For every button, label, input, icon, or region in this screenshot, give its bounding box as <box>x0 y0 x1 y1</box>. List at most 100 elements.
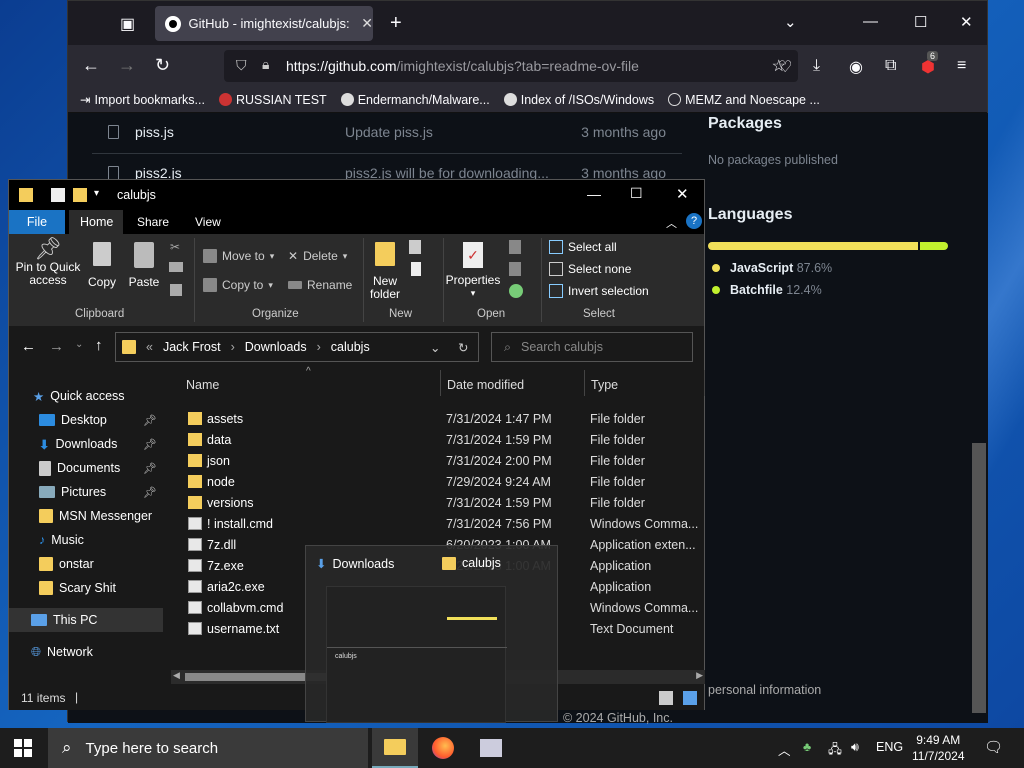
copy-path-icon[interactable] <box>169 262 183 272</box>
properties-qat-icon[interactable] <box>51 188 65 202</box>
new-item-icon[interactable] <box>409 240 421 254</box>
history-icon[interactable] <box>509 284 523 298</box>
open-icon[interactable] <box>509 240 521 254</box>
column-divider[interactable] <box>584 370 585 396</box>
share-tab[interactable]: Share <box>137 215 169 229</box>
large-icons-view-icon[interactable] <box>683 691 697 705</box>
bookmark-item[interactable]: Endermanch/Malware... <box>340 93 490 107</box>
commit-message[interactable]: Update piss.js <box>345 124 433 140</box>
forward-icon[interactable]: → <box>118 55 136 76</box>
select-none-button[interactable]: Select none <box>549 262 631 276</box>
refresh-icon[interactable]: ↻ <box>458 340 468 355</box>
edit-icon[interactable] <box>509 262 521 276</box>
column-divider[interactable] <box>440 370 441 396</box>
home-tab[interactable]: Home <box>69 210 123 234</box>
nav-desktop[interactable]: Desktop 📌︎ <box>9 408 163 432</box>
nav-pictures[interactable]: Pictures 📌︎ <box>9 480 163 504</box>
bookmark-item[interactable]: MEMZ and Noescape ... <box>668 93 820 107</box>
column-header-type[interactable]: Type <box>591 378 618 392</box>
view-tab[interactable]: View <box>195 215 221 229</box>
menu-icon[interactable]: ≡ <box>957 57 966 75</box>
downloads-icon[interactable]: ⤓ <box>813 57 820 75</box>
minimize-icon[interactable]: — <box>863 13 878 30</box>
copy-to-button[interactable]: Copy to ▾ <box>203 278 273 292</box>
address-dropdown-icon[interactable]: ⌄ <box>430 340 440 355</box>
nav-this-pc[interactable]: This PC <box>9 608 163 632</box>
address-bar[interactable]: « Jack Frost › Downloads › calubjs ⌄ ↻ <box>115 332 479 362</box>
volume-icon[interactable]: 🔊︎ <box>851 740 859 755</box>
rename-button[interactable]: Rename <box>288 278 352 292</box>
reload-icon[interactable]: ↻ <box>155 55 170 76</box>
maximize-icon[interactable]: ☐ <box>630 185 643 202</box>
taskbar-search[interactable]: ⌕ Type here to search <box>48 728 368 768</box>
column-divider[interactable] <box>704 370 705 396</box>
search-box[interactable]: ⌕ Search calubjs <box>491 332 693 362</box>
close-window-icon[interactable]: ✕ <box>960 13 973 31</box>
file-row[interactable]: json 7/31/2024 2:00 PM File folder <box>186 451 706 472</box>
page-scrollbar[interactable] <box>972 443 986 713</box>
nav-documents[interactable]: Documents 📌︎ <box>9 456 163 480</box>
nav-network[interactable]: 🌐︎ Network <box>9 640 163 664</box>
close-icon[interactable]: ✕ <box>676 185 689 203</box>
scroll-right-icon[interactable]: ▶ <box>696 670 703 681</box>
browser-tab[interactable]: GitHub - imightexist/calubjs: th ✕ <box>155 6 373 41</box>
help-icon[interactable]: ? <box>686 213 702 229</box>
bookmark-item[interactable]: RUSSIAN TEST <box>218 93 327 107</box>
paste-shortcut-icon[interactable] <box>170 284 182 296</box>
language-item[interactable]: JavaScript 87.6% <box>712 261 832 275</box>
nav-quick-access[interactable]: ★ Quick access <box>9 384 163 408</box>
tab-list-icon[interactable]: ⌄ <box>784 13 797 31</box>
tab-overview-icon[interactable]: ▣ <box>120 14 135 34</box>
paste-button[interactable]: Paste <box>127 242 161 289</box>
up-icon[interactable]: ↑ <box>95 337 103 354</box>
file-row[interactable]: data 7/31/2024 1:59 PM File folder <box>186 430 706 451</box>
file-row[interactable]: ! install.cmd 7/31/2024 7:56 PM Windows Co… <box>186 514 706 535</box>
details-view-icon[interactable] <box>659 691 673 705</box>
lock-icon[interactable]: 🔒︎ <box>262 56 269 73</box>
bookmark-item[interactable]: ⇥ Import bookmarks... <box>80 92 205 108</box>
file-name[interactable]: piss.js <box>135 124 174 140</box>
column-header-date[interactable]: Date modified <box>447 378 524 392</box>
close-tab-icon[interactable]: ✕ <box>361 15 373 32</box>
nav-onstar[interactable]: onstar <box>9 552 163 576</box>
back-icon[interactable]: ← <box>21 338 36 355</box>
breadcrumb-overflow-icon[interactable]: « <box>146 340 153 354</box>
breadcrumb-item[interactable]: Downloads <box>245 340 307 354</box>
taskbar-app[interactable] <box>468 728 514 768</box>
back-icon[interactable]: ← <box>82 55 100 76</box>
network-share-icon[interactable]: ♣ <box>803 740 811 754</box>
breadcrumb-item[interactable]: calubjs <box>331 340 370 354</box>
delete-button[interactable]: ✕ Delete ▾ <box>288 249 347 263</box>
invert-selection-button[interactable]: Invert selection <box>549 284 649 298</box>
recent-locations-icon[interactable]: ⌄ <box>75 339 83 350</box>
clock[interactable]: 9:49 AM 11/7/2024 <box>912 732 965 764</box>
nav-msn-messenger[interactable]: MSN Messenger <box>9 504 163 528</box>
shield-icon[interactable]: ⛉ <box>236 57 247 74</box>
maximize-icon[interactable]: ☐ <box>914 13 927 31</box>
file-tab[interactable]: File <box>9 210 65 234</box>
nav-music[interactable]: ♪ Music <box>9 528 163 552</box>
new-folder-button[interactable]: New folder <box>365 242 405 301</box>
file-row[interactable]: assets 7/31/2024 1:47 PM File folder <box>186 409 706 430</box>
column-header-name[interactable]: Name <box>186 378 219 392</box>
taskbar-file-explorer[interactable] <box>372 728 418 768</box>
taskbar-thumbnail-preview[interactable]: ⬇ Downloads calubjs calubjs <box>305 545 558 723</box>
pocket-icon[interactable]: ♡ <box>778 57 792 77</box>
bookmark-item[interactable]: Index of /ISOs/Windows <box>503 93 654 107</box>
select-all-button[interactable]: Select all <box>549 240 617 254</box>
account-icon[interactable]: ◉ <box>849 57 863 77</box>
forward-icon[interactable]: → <box>49 338 64 355</box>
notification-icon[interactable]: 🗨︎ <box>984 738 1003 756</box>
new-folder-qat-icon[interactable] <box>73 188 87 202</box>
pin-quick-access-button[interactable]: 📌︎ Pin to Quick access <box>15 238 81 287</box>
file-row[interactable]: versions 7/31/2024 1:59 PM File folder <box>186 493 706 514</box>
extensions-icon[interactable]: ⧉ <box>885 57 896 75</box>
language-indicator[interactable]: ENG <box>876 740 903 754</box>
new-tab-icon[interactable]: + <box>390 12 402 35</box>
start-button[interactable] <box>0 728 46 768</box>
language-item[interactable]: Batchfile 12.4% <box>712 283 822 297</box>
preview-downloads[interactable]: ⬇ Downloads <box>316 556 394 572</box>
packages-heading[interactable]: Packages <box>708 115 782 133</box>
cut-icon[interactable]: ✂ <box>170 240 180 254</box>
taskbar-firefox[interactable] <box>420 728 466 768</box>
